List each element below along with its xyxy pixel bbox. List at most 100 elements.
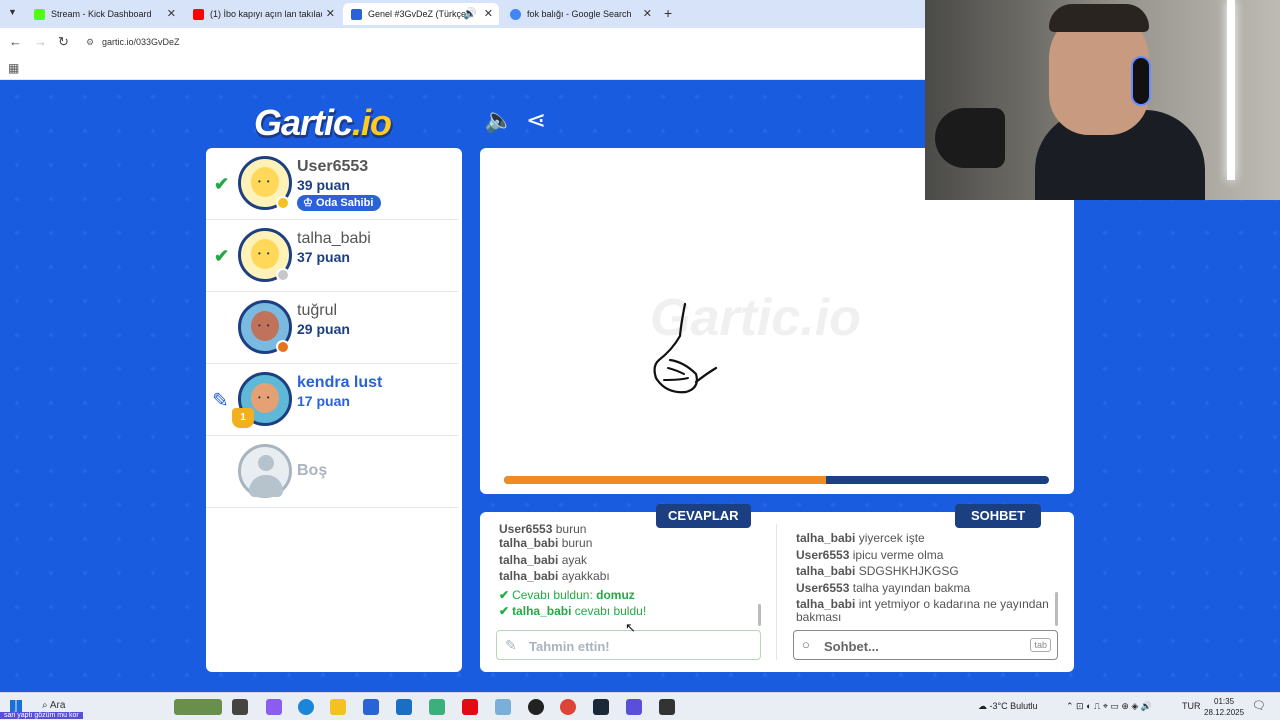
search-icon: ⌕ xyxy=(42,700,48,711)
found-answer-item: ✔ Cevabı buldun: domuz xyxy=(499,587,635,602)
tab-chat[interactable]: SOHBET xyxy=(955,504,1042,528)
list-item: talha_babi burun xyxy=(499,536,593,550)
gartic-logo: Gartic.io xyxy=(254,102,392,143)
tab-key-hint: tab xyxy=(1030,638,1051,652)
other-found-item: ✔ talha_babi cevabı buldu! xyxy=(499,604,647,618)
answers-scrollbar[interactable] xyxy=(758,604,761,626)
netflix-icon[interactable] xyxy=(462,699,478,715)
players-panel: ✔ •• User6553 39 puan ♔ Oda Sahibi ✔ •• … xyxy=(206,148,462,672)
outlook-icon[interactable] xyxy=(396,699,412,715)
empty-avatar-icon xyxy=(238,444,292,498)
apps-grid-icon[interactable]: ▦ xyxy=(8,61,19,75)
back-icon[interactable]: ← xyxy=(9,34,22,49)
player-name: kendra lust xyxy=(297,374,383,391)
edge-icon[interactable] xyxy=(298,699,314,715)
clock[interactable]: 01:35 28.12.2025 xyxy=(1204,696,1244,718)
pencil-icon: ✎ xyxy=(505,637,517,653)
player-name: tuğrul xyxy=(297,302,338,319)
close-tab-icon[interactable]: ✕ xyxy=(326,7,335,20)
youtube-icon xyxy=(193,8,204,20)
player-name: talha_babi xyxy=(297,230,371,247)
gartic-icon xyxy=(351,8,362,20)
check-icon: ✔ xyxy=(499,604,510,618)
mouse-cursor-icon: ↖ xyxy=(625,620,636,635)
obs-icon[interactable] xyxy=(528,699,544,715)
empty-slot-label: Boş xyxy=(297,462,328,479)
list-item: talha_babi SDGSHKHJKGSG xyxy=(796,565,959,578)
headphone-image xyxy=(1131,56,1151,106)
share-icon[interactable]: ⋖ xyxy=(526,106,546,135)
answers-list: User6553 burun talha_babi burun talha_ba… xyxy=(499,522,761,621)
kick-icon xyxy=(34,8,45,20)
check-icon: ✔ xyxy=(499,587,510,602)
browser-tab-google[interactable]: fok balığı - Google Search ✕ xyxy=(502,3,658,25)
google-icon xyxy=(510,8,521,20)
microphone-image xyxy=(935,108,1005,168)
list-item: talha_babi ayakkabı xyxy=(499,569,610,583)
app-icon[interactable] xyxy=(626,699,642,715)
chat-input[interactable]: ○ Sohbet... tab xyxy=(793,630,1058,660)
new-tab-icon[interactable]: + xyxy=(664,5,672,21)
check-icon: ✔ xyxy=(214,174,230,194)
player-score: 39 puan xyxy=(297,177,350,193)
trophy-icon: 1 xyxy=(232,408,254,428)
player-score: 17 puan xyxy=(297,393,350,409)
player-row[interactable]: ✎ •• 1 kendra lust 17 puan xyxy=(206,364,458,436)
sound-icon[interactable]: 🔈 xyxy=(484,106,514,135)
audio-icon[interactable]: 🔊 xyxy=(463,7,477,20)
taskbar-search[interactable]: ⌕ Ara xyxy=(42,700,65,711)
search-icon: ○ xyxy=(802,637,810,652)
windows-start-icon[interactable] xyxy=(10,700,22,712)
status-dot xyxy=(276,268,290,282)
language-indicator[interactable]: TUR xyxy=(1182,701,1201,711)
timer-bar xyxy=(504,476,1049,484)
check-icon: ✔ xyxy=(214,246,230,266)
status-dot xyxy=(276,196,290,210)
steam-icon[interactable] xyxy=(593,699,609,715)
status-dot xyxy=(276,340,290,354)
windows-taskbar: ⌕ Ara ☁ -3°C Bulutlu ⌃ ⊡ ◐ ⎍ ⌖ ▭ ⊕ ◈ 🔊 T… xyxy=(0,692,1280,720)
room-owner-badge: ♔ Oda Sahibi xyxy=(297,195,382,211)
chat-scrollbar[interactable] xyxy=(1055,592,1058,626)
player-name: User6553 xyxy=(297,158,369,175)
browser-tab-gartic[interactable]: Genel #3GvDeZ (Türkçe) - 🔊 ✕ xyxy=(343,3,499,25)
player-score: 37 puan xyxy=(297,249,350,265)
player-row[interactable]: •• tuğrul 29 puan xyxy=(206,292,458,364)
weather-icon: ☁ xyxy=(978,701,987,711)
file-explorer-icon[interactable] xyxy=(330,699,346,715)
list-item: User6553 ipicu verme olma xyxy=(796,548,944,562)
browser-tab-youtube[interactable]: (1) İbo kapıyı açın lan takılacaz ✕ xyxy=(185,3,341,25)
pencil-icon: ✎ xyxy=(212,390,229,412)
settings-icon[interactable] xyxy=(495,699,511,715)
reload-icon[interactable]: ↻ xyxy=(58,34,69,50)
epic-games-icon[interactable] xyxy=(659,699,675,715)
close-tab-icon[interactable]: ✕ xyxy=(484,7,493,20)
tab-answers[interactable]: CEVAPLAR xyxy=(656,504,751,528)
browser-tab-kick[interactable]: Stream - Kick Dashboard ✕ xyxy=(26,3,182,25)
copilot-icon[interactable] xyxy=(266,699,282,715)
webcam-overlay xyxy=(925,0,1280,200)
timer-fill xyxy=(504,476,826,484)
task-view-icon[interactable] xyxy=(232,699,248,715)
empty-slot: Boş xyxy=(206,436,458,508)
close-tab-icon[interactable]: ✕ xyxy=(643,7,652,20)
chrome-icon[interactable] xyxy=(560,699,576,715)
weather-widget[interactable]: ☁ -3°C Bulutlu xyxy=(978,701,1038,712)
widget-thumbnail[interactable] xyxy=(174,699,222,715)
store-icon[interactable] xyxy=(363,699,379,715)
player-row[interactable]: ✔ •• User6553 39 puan ♔ Oda Sahibi xyxy=(206,148,458,220)
player-score: 29 puan xyxy=(297,321,350,337)
owner-icon: ♔ xyxy=(303,197,313,209)
close-tab-icon[interactable]: ✕ xyxy=(167,7,176,20)
app-icon[interactable] xyxy=(429,699,445,715)
notification-icon[interactable]: 🗨 xyxy=(1252,699,1266,712)
url-field[interactable]: ⚙ gartic.io/033GvDeZ xyxy=(86,37,180,48)
list-item: talha_babi yiyercek işte xyxy=(796,532,925,545)
tab-search-menu-icon[interactable]: ▼ xyxy=(8,7,17,17)
player-row[interactable]: ✔ •• talha_babi 37 puan xyxy=(206,220,458,292)
site-info-icon[interactable]: ⚙ xyxy=(86,37,96,48)
tray-icons[interactable]: ⌃ ⊡ ◐ ⎍ ⌖ ▭ ⊕ ◈ 🔊 xyxy=(1066,701,1152,712)
forward-icon[interactable]: → xyxy=(34,34,47,49)
chat-list: talha_babi yiyercek işte User6553 ipicu … xyxy=(796,532,1058,628)
list-item: talha_babi ayak xyxy=(499,552,588,567)
